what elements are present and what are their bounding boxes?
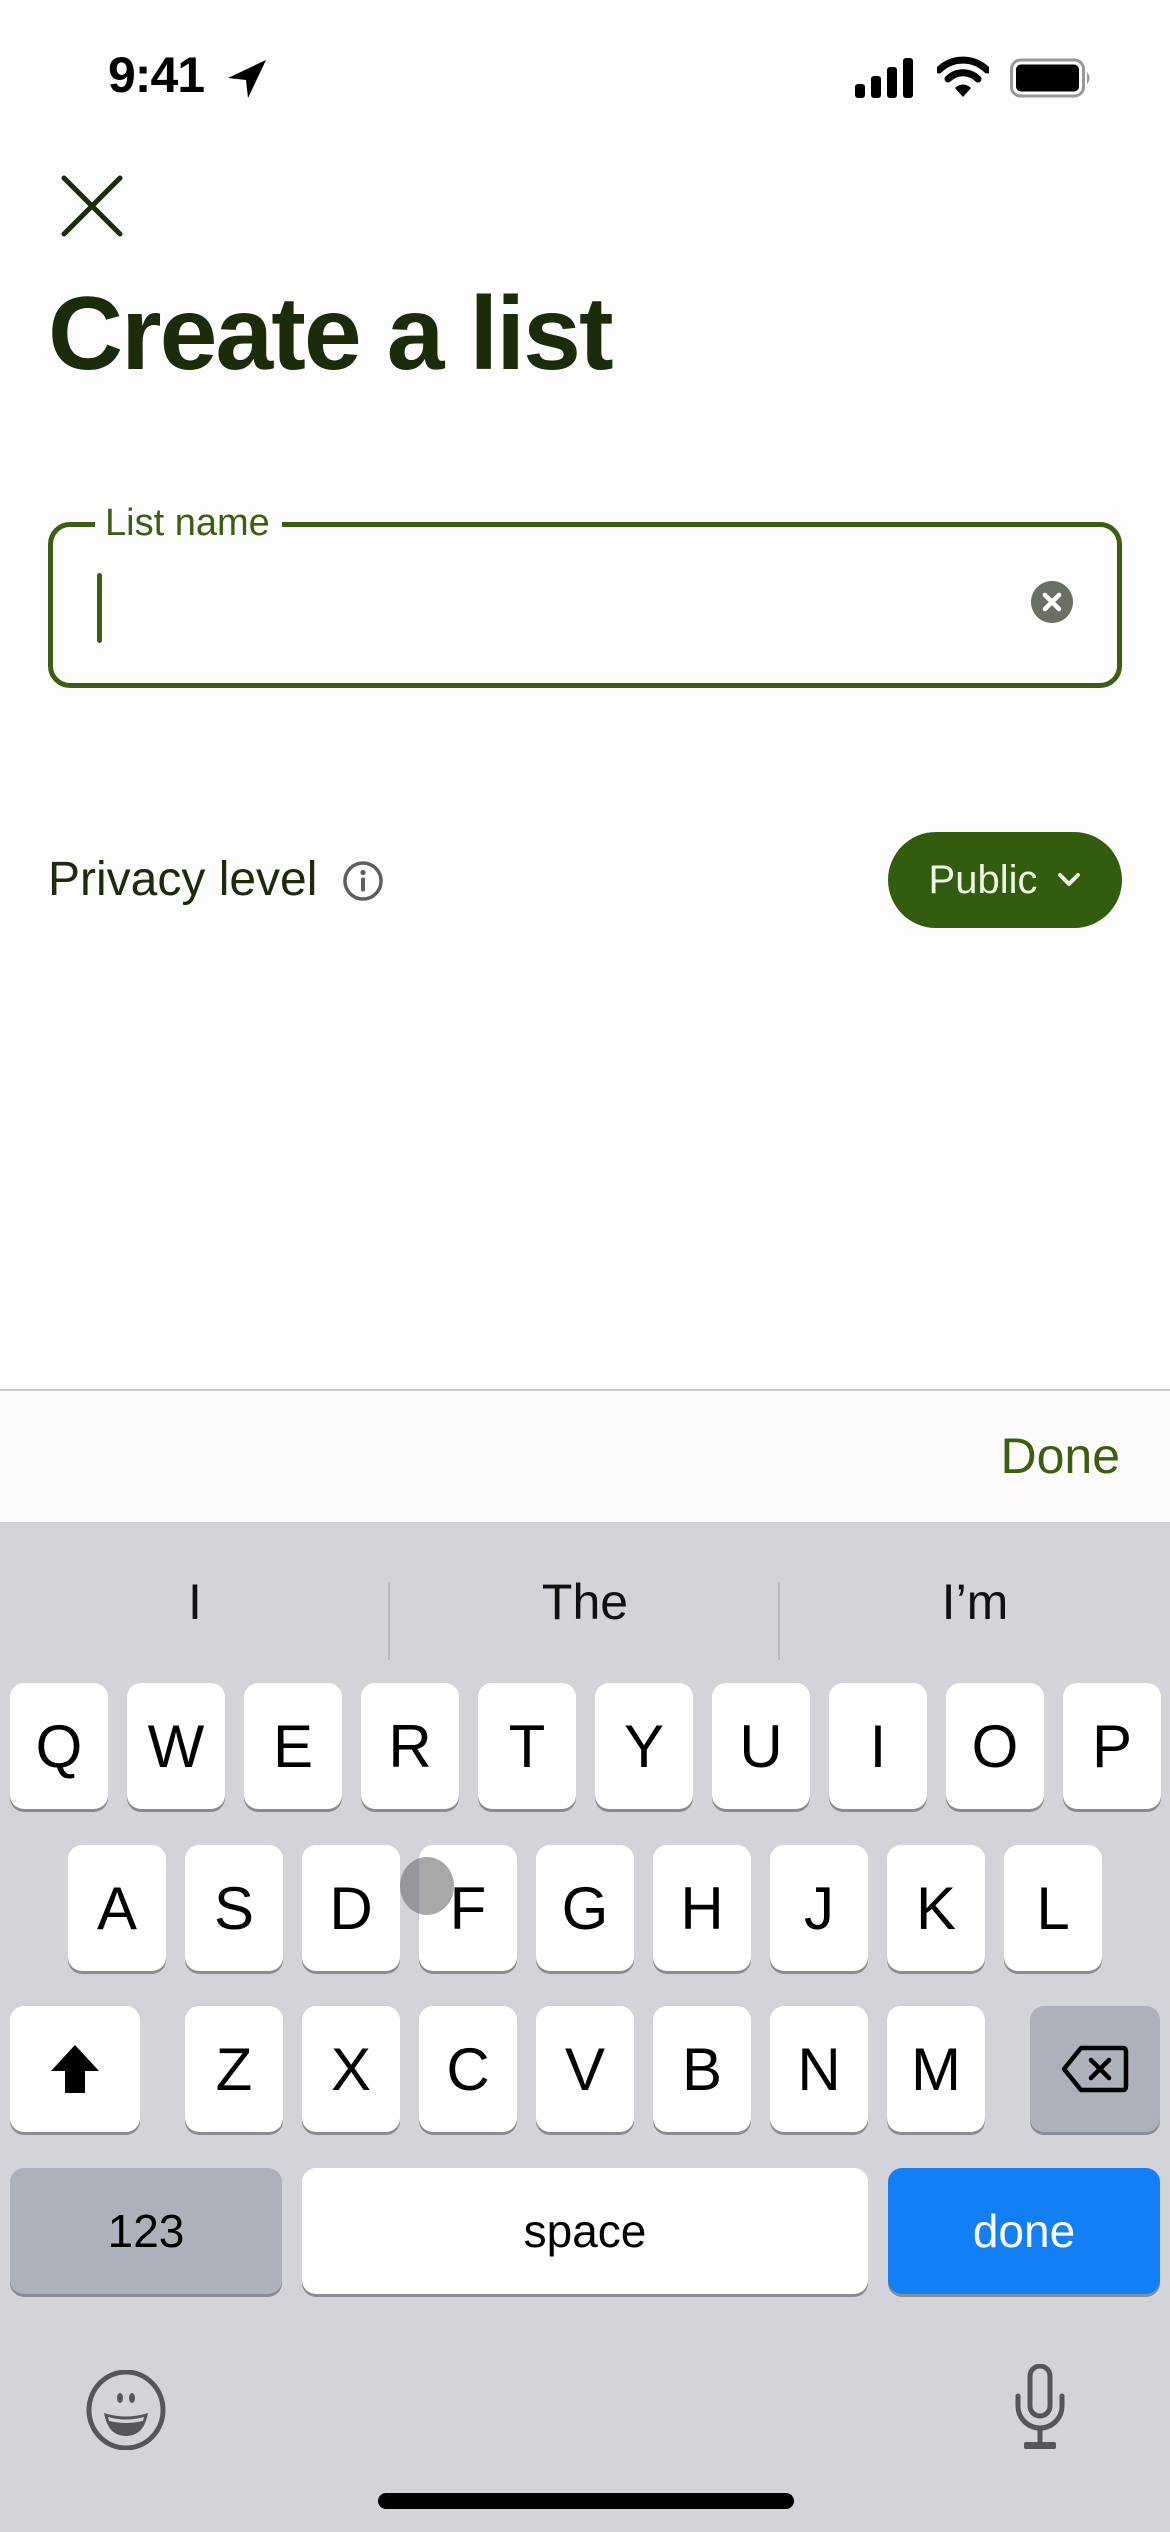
backspace-key[interactable] [1030,2006,1160,2132]
status-time: 9:41 [108,47,205,103]
key-z[interactable]: Z [185,2006,283,2132]
dictation-button[interactable] [1010,2364,1070,2454]
key-o[interactable]: O [946,1683,1044,1809]
list-name-field[interactable]: List name [48,499,1122,688]
numbers-key[interactable]: 123 [10,2168,282,2294]
suggestion-item[interactable]: I’m [780,1562,1170,1642]
done-button[interactable]: Done [1000,1427,1120,1485]
key-h[interactable]: H [653,1845,751,1971]
info-icon[interactable] [342,860,384,902]
key-k[interactable]: K [887,1845,985,1971]
predictive-bar: I The I’m [0,1522,1170,1677]
emoji-button[interactable] [86,2370,166,2450]
key-j[interactable]: J [770,1845,868,1971]
emoji-icon [86,2370,166,2450]
key-a[interactable]: A [68,1845,166,1971]
text-caret [97,573,102,643]
key-l[interactable]: L [1004,1845,1102,1971]
list-name-label: List name [95,499,282,547]
key-x[interactable]: X [302,2006,400,2132]
key-p[interactable]: P [1063,1683,1161,1809]
key-v[interactable]: V [536,2006,634,2132]
key-c[interactable]: C [419,2006,517,2132]
shift-arrow-icon [51,2045,99,2093]
status-bar: 9:41 [0,0,1170,150]
cellular-signal-icon [855,58,913,98]
clear-x-icon [1031,581,1073,623]
backspace-icon [1061,2045,1129,2093]
key-t[interactable]: T [478,1683,576,1809]
list-name-input[interactable] [93,567,993,643]
key-d[interactable]: D [302,1845,400,1971]
key-i[interactable]: I [829,1683,927,1809]
key-q[interactable]: Q [10,1683,108,1809]
page-title: Create a list [48,276,614,392]
close-icon [61,175,123,237]
keyboard-accessory-bar: Done [0,1389,1170,1522]
return-done-key[interactable]: done [888,2168,1160,2294]
space-key[interactable]: space [302,2168,868,2294]
key-u[interactable]: U [712,1683,810,1809]
keyboard: I The I’m Q W E R T Y U I O P A S D F G H J K L Z X C V B N M 123 s… [0,1522,1170,2532]
wifi-icon [937,56,989,97]
privacy-level-dropdown[interactable]: Public [888,832,1122,928]
suggestion-item[interactable]: I [0,1562,390,1642]
key-r[interactable]: R [361,1683,459,1809]
key-n[interactable]: N [770,2006,868,2132]
key-m[interactable]: M [887,2006,985,2132]
chevron-down-icon [1058,873,1081,886]
battery-icon [1010,58,1090,98]
shift-key[interactable] [10,2006,140,2132]
close-button[interactable] [56,170,128,242]
key-s[interactable]: S [185,1845,283,1971]
touch-indicator [400,1857,454,1915]
microphone-icon [1015,2364,1065,2449]
key-g[interactable]: G [536,1845,634,1971]
clear-text-button[interactable] [1031,581,1073,623]
key-e[interactable]: E [244,1683,342,1809]
location-arrow-icon [228,60,266,98]
key-y[interactable]: Y [595,1683,693,1809]
home-indicator [378,2493,794,2509]
privacy-level-label: Privacy level [48,853,318,906]
suggestion-item[interactable]: The [390,1562,780,1642]
privacy-level-value: Public [928,857,1038,902]
key-w[interactable]: W [127,1683,225,1809]
key-b[interactable]: B [653,2006,751,2132]
